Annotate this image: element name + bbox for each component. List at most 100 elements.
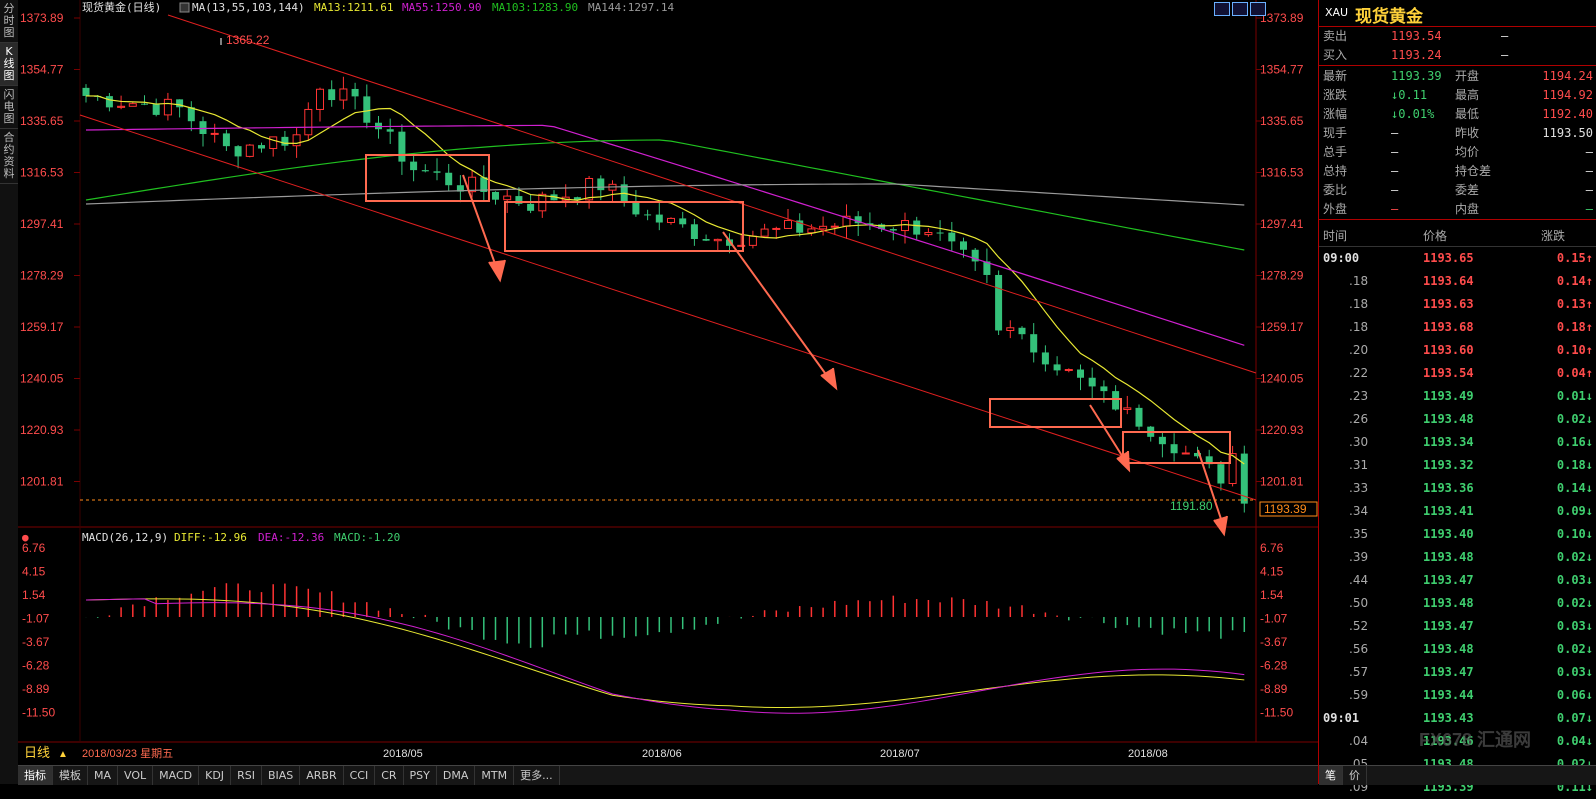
tick-change: 0.10↓	[1556, 527, 1593, 541]
tab-lightning[interactable]: 闪电图	[0, 86, 18, 129]
candle-body	[269, 136, 278, 150]
candle-body	[1018, 327, 1026, 335]
candle-body	[199, 121, 207, 135]
tick-row[interactable]: .26 1193.48 0.02↓	[1319, 408, 1596, 431]
candle-body	[386, 129, 394, 132]
candle-body	[1135, 407, 1143, 427]
tick-row[interactable]: .50 1193.48 0.02↓	[1319, 592, 1596, 615]
candle-body	[889, 229, 897, 231]
tick-row[interactable]: .52 1193.47 0.03↓	[1319, 615, 1596, 638]
candle-body	[292, 134, 301, 147]
zoom-in-icon[interactable]	[1214, 2, 1230, 16]
next-icon[interactable]	[1250, 2, 1266, 16]
candle-body	[117, 105, 126, 108]
tick-row[interactable]: .18 1193.68 0.18↑	[1319, 316, 1596, 339]
tab-kline[interactable]: K线图	[0, 43, 18, 86]
tick-row[interactable]: .34 1193.41 0.09↓	[1319, 500, 1596, 523]
tick-row[interactable]: .57 1193.47 0.03↓	[1319, 661, 1596, 684]
tick-row[interactable]: .33 1193.36 0.14↓	[1319, 477, 1596, 500]
tab-indicator[interactable]: 指标	[18, 766, 53, 785]
zoom-out-icon[interactable]	[1232, 2, 1248, 16]
tick-row[interactable]: .31 1193.32 0.18↓	[1319, 454, 1596, 477]
month-label: 2018/08	[1128, 748, 1168, 760]
tab-more[interactable]: 更多...	[514, 766, 560, 785]
tab-rsi[interactable]: RSI	[231, 766, 262, 785]
tick-row[interactable]: 09:00 1193.65 0.15↑	[1319, 247, 1596, 270]
macd-axis-label-left: -3.67	[22, 635, 50, 649]
candle-body	[702, 238, 710, 241]
price-axis-label-left: 1354.77	[20, 63, 64, 77]
candle-body	[1077, 369, 1084, 378]
tab-price[interactable]: 价	[1343, 766, 1367, 785]
tick-change: 0.01↓	[1556, 389, 1593, 403]
candle-body	[527, 203, 535, 211]
macd-diff: DIFF:-12.96	[174, 531, 247, 544]
candle-body	[772, 227, 781, 230]
tick-time: .04	[1349, 734, 1369, 748]
tab-psy[interactable]: PSY	[404, 766, 437, 785]
candle-body	[960, 241, 967, 250]
candle-body	[760, 228, 769, 237]
macd-axis-label-left: 1.54	[22, 588, 46, 602]
tab-bias[interactable]: BIAS	[262, 766, 301, 785]
tick-row[interactable]: .56 1193.48 0.02↓	[1319, 638, 1596, 661]
tick-change: 0.02↓	[1556, 550, 1593, 564]
tab-ma[interactable]: MA	[88, 766, 119, 785]
candle-body	[152, 104, 160, 115]
quote-stat-row: 涨幅 ↓0.01% 最低 1192.40	[1319, 105, 1596, 124]
tick-row[interactable]: .39 1193.48 0.02↓	[1319, 546, 1596, 569]
tick-price: 1193.48	[1423, 412, 1474, 426]
symbol-title: 现货黄金(日线)	[82, 0, 161, 14]
tick-row[interactable]: .30 1193.34 0.16↓	[1319, 431, 1596, 454]
tick-change: 0.07↓	[1556, 711, 1593, 725]
tick-time: .50	[1349, 596, 1369, 610]
tick-change: 0.03↓	[1556, 619, 1593, 633]
macd-axis-label-right: 4.15	[1260, 565, 1284, 579]
tick-price: 1193.32	[1423, 458, 1474, 472]
stat-label: 涨跌	[1323, 88, 1348, 102]
candle-body	[468, 176, 477, 193]
low-price-label: 1191.80	[1170, 499, 1213, 513]
tick-row[interactable]: .35 1193.40 0.10↓	[1319, 523, 1596, 546]
candle-body	[924, 232, 933, 236]
macd-title: MACD(26,12,9)	[82, 531, 168, 544]
buy-row: 买入 1193.24 —	[1319, 46, 1596, 66]
tab-cr[interactable]: CR	[375, 766, 404, 785]
watermark: FX678 汇通网	[1419, 730, 1532, 750]
tick-row[interactable]: .18 1193.64 0.14↑	[1319, 270, 1596, 293]
tab-arbr[interactable]: ARBR	[300, 766, 344, 785]
tick-list[interactable]: 09:00 1193.65 0.15↑ .18 1193.64 0.14↑ .18 1193.…	[1319, 247, 1596, 799]
tick-change: 0.10↑	[1556, 343, 1593, 357]
price-axis-label-left: 1316.53	[20, 166, 64, 180]
tab-mtm[interactable]: MTM	[475, 766, 515, 785]
tab-dma[interactable]: DMA	[437, 766, 476, 785]
tick-row[interactable]: .44 1193.47 0.03↓	[1319, 569, 1596, 592]
tick-row[interactable]: .20 1193.60 0.10↑	[1319, 339, 1596, 362]
tick-change: 0.03↓	[1556, 573, 1593, 587]
tick-row[interactable]: .18 1193.63 0.13↑	[1319, 293, 1596, 316]
tick-time: .18	[1349, 274, 1369, 288]
tick-row[interactable]: .59 1193.44 0.06↓	[1319, 684, 1596, 707]
tick-row[interactable]: .23 1193.49 0.01↓	[1319, 385, 1596, 408]
tick-time: .18	[1349, 297, 1369, 311]
tab-contract-info[interactable]: 合约资料	[0, 129, 18, 184]
candle-body	[1041, 352, 1049, 365]
tick-time: .59	[1349, 688, 1369, 702]
candle-body	[936, 232, 944, 234]
tab-intraday[interactable]: 分时图	[0, 0, 18, 43]
tab-macd[interactable]: MACD	[153, 766, 200, 785]
tab-template[interactable]: 模板	[53, 766, 88, 785]
kline-chart[interactable]: 1373.89 1373.89 1354.77 1354.77 1335.65 1335.…	[18, 0, 1318, 765]
tick-row[interactable]: .22 1193.54 0.04↑	[1319, 362, 1596, 385]
tab-tick[interactable]: 笔	[1319, 766, 1343, 785]
stat-value: —	[1391, 145, 1399, 159]
tick-footer-tabs: 笔价	[1319, 765, 1596, 785]
tab-kdj[interactable]: KDJ	[199, 766, 232, 785]
candle-body	[492, 191, 499, 200]
tick-price: 1193.68	[1423, 320, 1474, 334]
tick-price: 1193.48	[1423, 550, 1474, 564]
tab-vol[interactable]: VOL	[118, 766, 154, 785]
candle-body	[163, 98, 172, 116]
tick-price: 1193.47	[1423, 573, 1474, 587]
tab-cci[interactable]: CCI	[344, 766, 376, 785]
